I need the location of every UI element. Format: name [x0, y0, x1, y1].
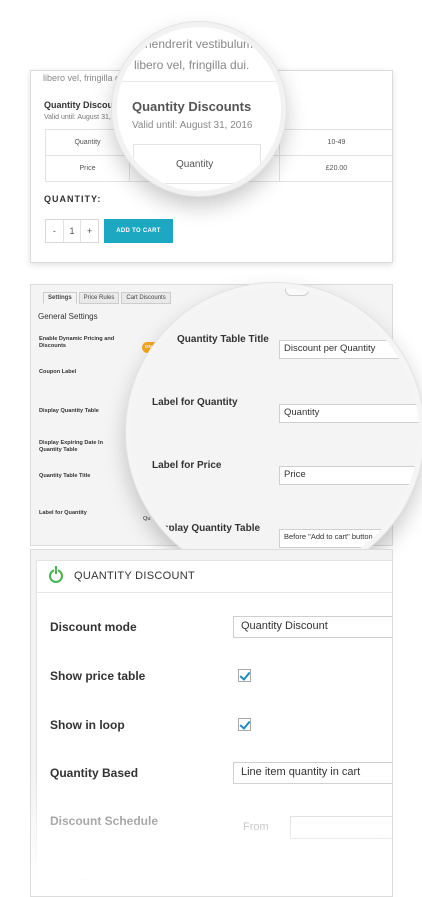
zoom-magnifier-product: hendrerit vestibulum libero vel, fringil… [112, 22, 286, 196]
show-in-loop-label: Show in loop [50, 718, 125, 732]
zoom-description-line: hendrerit vestibulum [145, 37, 254, 51]
schedule-from-label: From [243, 821, 269, 833]
table-cell-value: £20.00 [279, 155, 392, 182]
zoom-setting-label: Display Quantity Table [153, 523, 261, 534]
general-settings-heading: General Settings [38, 312, 98, 321]
setting-label: Coupon Label [39, 369, 77, 375]
table-cell-label: Price [45, 155, 130, 182]
show-in-loop-checkbox[interactable] [238, 718, 251, 731]
discount-mode-select[interactable]: Quantity Discount [233, 616, 392, 638]
tab-settings[interactable]: Settings [43, 292, 77, 304]
quantity-table-title-input[interactable]: Discount per Quantity [279, 340, 419, 359]
discount-schedule-label: Discount Schedule [50, 814, 159, 828]
zoom-description-line: libero vel, fringilla dui. [134, 58, 250, 72]
quantity-discount-rule-panel: QUANTITY DISCOUNT Discount mode Quantity… [30, 549, 393, 897]
quantity-based-label: Quantity Based [50, 766, 139, 780]
show-price-table-label: Show price table [50, 669, 146, 683]
zoom-setting-label: Label for Price [152, 460, 222, 471]
quantity-value[interactable]: 1 [64, 220, 82, 242]
zoom-settings-background: Quantity Table Title Discount per Quanti… [131, 288, 419, 576]
rule-card: QUANTITY DISCOUNT Discount mode Quantity… [36, 560, 392, 896]
setting-label: Display Expiring Date In Quantity Table [39, 440, 104, 453]
setting-label: Quantity Table Title [39, 473, 91, 479]
increment-button[interactable]: + [81, 220, 98, 242]
user-status-value[interactable]: Everyone [243, 877, 289, 889]
zoom-setting-label: Quantity Table Title [177, 334, 269, 345]
zoom-setting-label: Label for Quantity [152, 397, 238, 408]
decrement-button[interactable]: - [46, 220, 64, 242]
zoom-quantity-label: Quantity [176, 159, 214, 170]
zoom-magnifier-settings: Quantity Table Title Discount per Quanti… [126, 283, 422, 581]
rule-card-header: QUANTITY DISCOUNT [37, 561, 392, 593]
quantity-stepper[interactable]: - 1 + [45, 219, 99, 243]
setting-label: Label for Quantity [39, 510, 87, 516]
zoom-divider [117, 81, 281, 82]
rule-title: QUANTITY DISCOUNT [74, 570, 196, 582]
show-price-table-checkbox[interactable] [238, 669, 251, 682]
zoom-valid-until: Valid until: August 31, 2016 [132, 120, 253, 131]
tab-price-rules[interactable]: Price Rules [78, 292, 120, 304]
schedule-from-input[interactable] [290, 816, 392, 839]
user-status-label: User Status [50, 876, 117, 890]
add-to-cart-button[interactable]: ADD TO CART [104, 219, 173, 243]
quantity-label: QUANTITY: [44, 194, 102, 204]
label-for-quantity-input[interactable]: Quantity [279, 404, 419, 423]
display-quantity-table-select[interactable]: Before "Add to cart" button [279, 529, 419, 548]
quantity-discount-title: Quantity Discount [44, 100, 122, 110]
setting-label: Display Quantity Table [39, 408, 99, 414]
zoom-discount-title: Quantity Discounts [132, 99, 252, 114]
power-icon[interactable] [49, 566, 63, 583]
discount-mode-label: Discount mode [50, 620, 137, 634]
product-description-text: libero vel, fringilla dui [43, 73, 128, 83]
setting-label: Enable Dynamic Pricing and Discounts [39, 336, 115, 349]
zoom-toggle-edge [285, 288, 309, 296]
quantity-based-select[interactable]: Line item quantity in cart [233, 762, 392, 784]
label-for-price-input[interactable]: Price [279, 466, 419, 485]
table-cell-value: 10-49 [279, 129, 392, 156]
